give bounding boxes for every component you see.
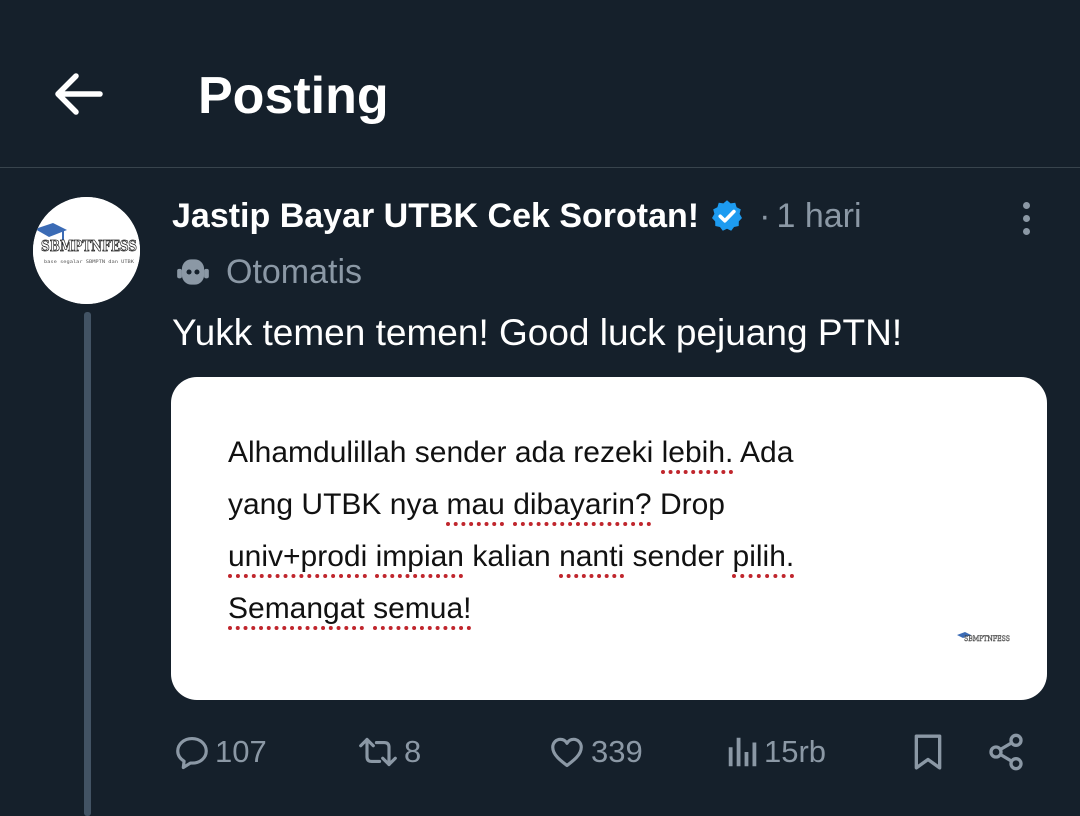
image-word: nya bbox=[389, 488, 439, 521]
attached-image[interactable]: Alhamdulillah sender ada rezeki lebih. A… bbox=[171, 377, 1047, 700]
more-dot bbox=[1022, 227, 1030, 235]
tweet-actions: 107 8 339 15rb bbox=[0, 722, 1080, 782]
image-word: mau bbox=[446, 488, 505, 521]
share-button[interactable] bbox=[986, 722, 1026, 782]
share-icon bbox=[989, 733, 1023, 771]
more-options-button[interactable] bbox=[1004, 196, 1048, 240]
view-count: 15rb bbox=[764, 734, 827, 769]
image-watermark: SBMPTNFESS bbox=[957, 632, 1010, 643]
repost-count: 8 bbox=[404, 734, 422, 769]
bookmark-button[interactable] bbox=[910, 722, 946, 782]
repost-icon bbox=[359, 737, 397, 767]
like-count: 339 bbox=[591, 734, 643, 769]
back-button[interactable] bbox=[46, 62, 110, 126]
more-dot bbox=[1022, 214, 1030, 222]
page-title: Posting bbox=[198, 67, 389, 125]
tweet-author-row: Jastip Bayar UTBK Cek Sorotan! · 1 hari bbox=[172, 190, 862, 242]
image-word: lebih. bbox=[661, 436, 734, 469]
heart-icon bbox=[551, 737, 583, 768]
image-word: nanti bbox=[559, 540, 625, 573]
arrow-left-icon bbox=[55, 73, 103, 115]
top-bar: Posting bbox=[0, 0, 1080, 168]
avatar[interactable]: SBMPTNFESS base segalar SBMPTN dan UTBK bbox=[33, 197, 140, 304]
robot-icon bbox=[177, 259, 209, 285]
avatar-logo-text: SBMPTNFESS bbox=[41, 237, 137, 255]
image-text: Alhamdulillah sender ada rezeki lebih. A… bbox=[228, 427, 988, 635]
reply-count: 107 bbox=[215, 734, 267, 769]
image-word: sender bbox=[632, 540, 725, 573]
image-text-line: univ+prodi impian kalian nanti sender pi… bbox=[228, 531, 988, 583]
more-dot bbox=[1022, 201, 1030, 209]
post-time[interactable]: 1 hari bbox=[776, 197, 861, 236]
automated-label: Otomatis bbox=[226, 252, 363, 291]
image-word: semua! bbox=[373, 592, 472, 625]
avatar-logo-subtext: base segalar SBMPTN dan UTBK bbox=[44, 259, 135, 264]
image-word: dibayarin? bbox=[513, 488, 652, 521]
image-text-line: Alhamdulillah sender ada rezeki lebih. A… bbox=[228, 427, 988, 479]
separator-dot: · bbox=[759, 196, 771, 235]
image-word: Semangat bbox=[228, 592, 365, 625]
image-word: univ+prodi bbox=[228, 540, 368, 573]
image-word: Ada bbox=[740, 436, 794, 469]
image-word: pilih. bbox=[732, 540, 795, 573]
reply-button[interactable]: 107 bbox=[173, 722, 267, 782]
image-word: sender bbox=[414, 436, 507, 469]
verified-badge-icon bbox=[712, 200, 743, 231]
image-word: Alhamdulillah bbox=[228, 436, 407, 469]
analytics-icon bbox=[728, 737, 757, 767]
image-word: rezeki bbox=[573, 436, 654, 469]
tweet-text: Yukk temen temen! Good luck pejuang PTN! bbox=[172, 312, 903, 353]
image-word: ada bbox=[514, 436, 565, 469]
automated-account-label[interactable]: Otomatis bbox=[174, 248, 362, 296]
image-word: Drop bbox=[659, 488, 725, 521]
author-name[interactable]: Jastip Bayar UTBK Cek Sorotan! bbox=[172, 197, 699, 236]
image-text-line: yang UTBK nya mau dibayarin? Drop bbox=[228, 479, 988, 531]
image-word: yang bbox=[228, 488, 294, 521]
views-button[interactable]: 15rb bbox=[726, 722, 826, 782]
watermark-text: SBMPTNFESS bbox=[964, 635, 1010, 643]
bookmark-icon bbox=[914, 734, 942, 770]
image-text-line: Semangat semua! bbox=[228, 583, 988, 635]
repost-button[interactable]: 8 bbox=[356, 722, 421, 782]
image-word: impian bbox=[375, 540, 464, 573]
like-button[interactable]: 339 bbox=[547, 722, 643, 782]
image-word: UTBK bbox=[301, 488, 382, 521]
reply-icon bbox=[176, 736, 208, 770]
image-word: kalian bbox=[472, 540, 551, 573]
